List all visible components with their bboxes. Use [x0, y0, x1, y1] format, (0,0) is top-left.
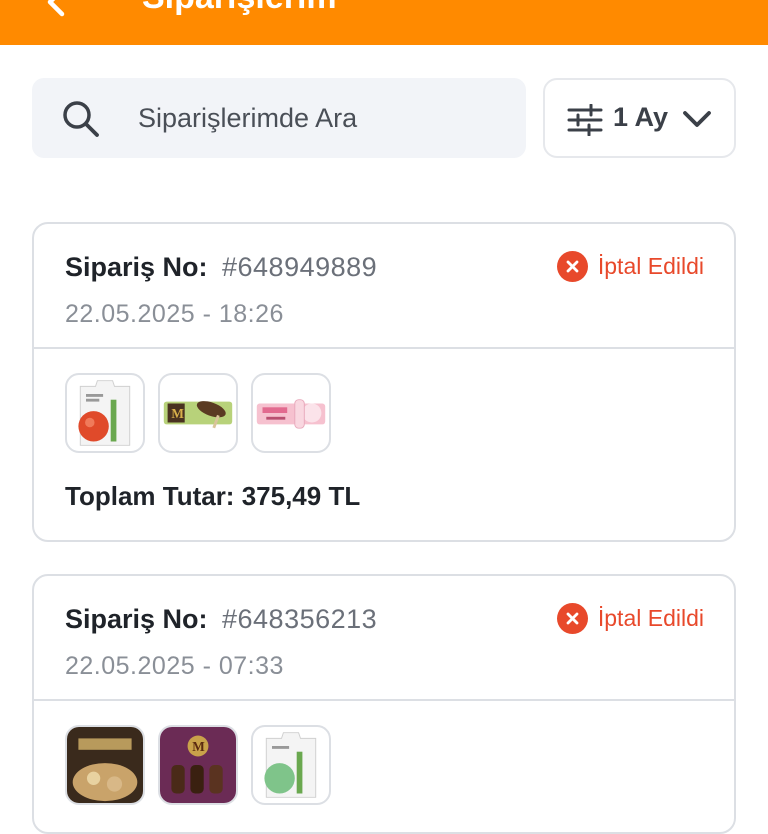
search-icon: [63, 101, 99, 137]
product-thumbnail-magnum[interactable]: M: [158, 373, 238, 453]
order-number: #648949889: [222, 252, 378, 282]
carte-dor-ice-cream-image: [67, 727, 143, 803]
order-number-label: Sipariş No:: [65, 604, 208, 634]
order-status: İptal Edildi: [556, 250, 704, 282]
svg-text:M: M: [192, 739, 205, 754]
product-thumbnails: M: [65, 373, 331, 453]
period-filter-label: 1 Ay: [613, 102, 669, 132]
order-status-text: İptal Edildi: [597, 252, 704, 279]
search-input[interactable]: [136, 96, 506, 140]
chevron-down-icon: [683, 111, 711, 127]
bag-product-image: [264, 732, 317, 798]
magnum-multipack-image: M: [160, 727, 236, 803]
order-status: İptal Edildi: [556, 602, 704, 634]
sliders-icon: [567, 104, 603, 136]
svg-text:M: M: [171, 406, 184, 421]
search-bar[interactable]: [32, 78, 526, 158]
pink-ice-cream-image: [256, 399, 326, 429]
order-card-header: Sipariş No: #648356213 22.05.2025 - 07:3…: [34, 576, 734, 701]
order-card-header: Sipariş No: #648949889 22.05.2025 - 18:2…: [34, 224, 734, 349]
order-status-text: İptal Edildi: [597, 604, 704, 631]
product-thumbnail-magnum-multipack[interactable]: M: [158, 725, 238, 805]
product-thumbnail-bag[interactable]: [65, 373, 145, 453]
period-filter-button[interactable]: 1 Ay: [543, 78, 736, 158]
product-thumbnail-bag[interactable]: [251, 725, 331, 805]
order-card[interactable]: Sipariş No: #648949889 22.05.2025 - 18:2…: [32, 222, 736, 542]
order-number: #648356213: [222, 604, 378, 634]
cancel-icon: [556, 250, 588, 282]
app-header: Siparişlerim: [0, 0, 768, 45]
bag-product-image: [78, 380, 131, 446]
product-thumbnail-pink-ice-cream[interactable]: [251, 373, 331, 453]
product-thumbnails: M: [65, 725, 331, 805]
order-number-label: Sipariş No:: [65, 252, 208, 282]
magnum-ice-cream-image: M: [163, 401, 233, 429]
order-date: 22.05.2025 - 07:33: [65, 652, 284, 680]
order-card[interactable]: Sipariş No: #648356213 22.05.2025 - 07:3…: [32, 574, 736, 834]
cancel-icon: [556, 602, 588, 634]
chevron-left-icon[interactable]: [36, 0, 80, 24]
product-thumbnail-carte-dor[interactable]: [65, 725, 145, 805]
order-date: 22.05.2025 - 18:26: [65, 300, 284, 328]
page-title: Siparişlerim: [142, 0, 337, 17]
order-total: Toplam Tutar: 375,49 TL: [65, 481, 361, 511]
